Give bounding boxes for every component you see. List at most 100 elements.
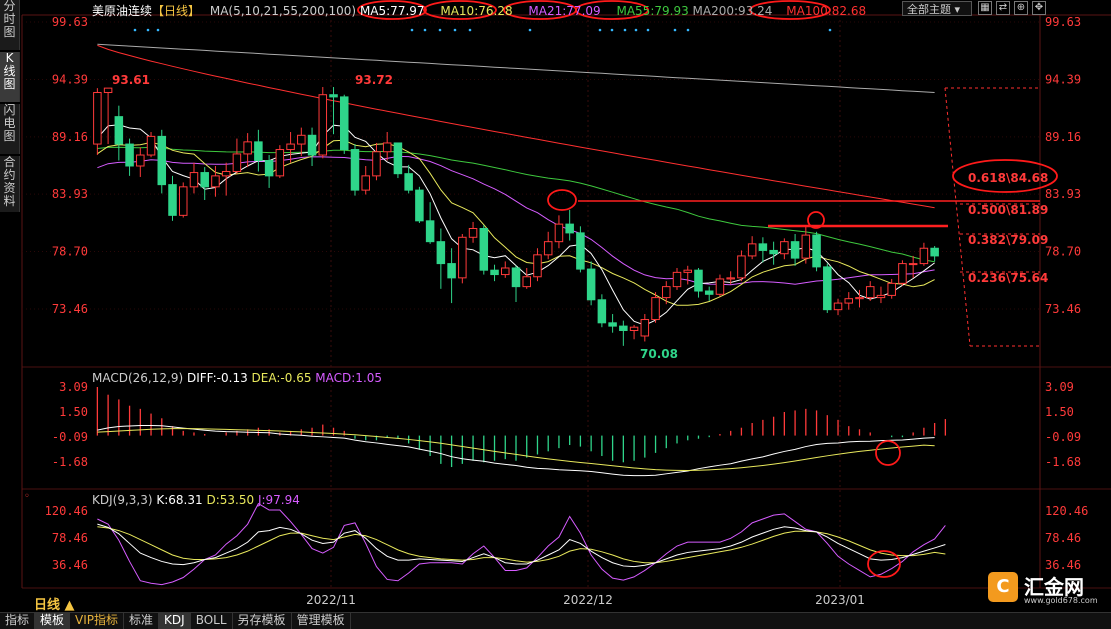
macd-tick-right: 3.09 (1045, 380, 1074, 394)
candle-body (447, 263, 456, 279)
site-logo: C 汇金网 www.gold678.com (986, 569, 1098, 609)
axis-labels: 99.63 99.63 94.39 94.39 89.16 89.16 83.93 83.93… (45, 15, 1089, 607)
signal-dot (623, 28, 627, 32)
kdj-tick-right: 120.46 (1045, 504, 1088, 518)
candle-body (189, 172, 199, 188)
macd-tick-right: -1.68 (1045, 455, 1081, 469)
candle-body (264, 160, 274, 177)
fib-diagonal-line (944, 87, 971, 347)
side-tab-contract-info[interactable]: 合约资料 (0, 156, 20, 212)
tab-standard[interactable]: 标准 (124, 613, 160, 629)
candle-body (737, 255, 746, 279)
kdj-settings-icon[interactable]: ◦ (24, 491, 30, 502)
price-tick-left: 94.39 (52, 72, 88, 86)
side-tab-kline[interactable]: K线图 (0, 52, 20, 102)
price-tick-right: 78.70 (1045, 245, 1081, 259)
price-tick-left: 89.16 (52, 130, 88, 144)
macd-header: MACD(26,12,9) DIFF:-0.13 DEA:-0.65 MACD:… (92, 371, 382, 385)
side-tab-flash[interactable]: 闪电图 (0, 104, 20, 154)
candle-body (511, 267, 521, 288)
candle-body (801, 234, 811, 259)
ma10-value: MA10:76.28 (440, 4, 513, 18)
fib-level-label: 0.382\79.09 (968, 233, 1048, 247)
candle-body (930, 247, 939, 257)
ma200-value: MA200:93.24 (692, 4, 773, 18)
toolbar-grid-icon[interactable]: ▦ (978, 1, 992, 15)
theme-selector[interactable]: 全部主题 ▾ (902, 1, 972, 16)
logo-url: www.gold678.com (1024, 596, 1098, 605)
signal-dot (156, 28, 160, 32)
candle-body (715, 278, 725, 295)
side-tab-timeshare[interactable]: 分时图 (0, 0, 20, 50)
tab-template[interactable]: 模板 (35, 613, 71, 629)
signal-dot (438, 28, 442, 32)
bottom-toolbar: 指标 模板 VIP指标 标准 KDJ BOLL 另存模板 管理模板 (0, 612, 1111, 629)
candle-body (640, 319, 650, 337)
price-tick-right: 73.46 (1045, 302, 1081, 316)
kdj-label: KDJ(9,3,3) (92, 493, 153, 507)
candle-body (350, 149, 360, 191)
highlight-circle (547, 189, 577, 211)
candle-body (490, 269, 499, 276)
candle-body (286, 143, 295, 151)
kdj-j: J:97.94 (257, 493, 300, 507)
candle-body (865, 286, 875, 299)
signal-dot (528, 28, 532, 32)
signal-dot (686, 28, 690, 32)
candle-body (694, 269, 703, 292)
candle-body (543, 241, 553, 256)
candle-body (178, 186, 188, 216)
macd-dea: DEA:-0.65 (251, 371, 312, 385)
candle-body (704, 290, 714, 295)
candle-body (318, 94, 328, 156)
candle-body (844, 298, 854, 304)
candle-body (458, 236, 467, 279)
candle-body (114, 116, 124, 145)
price-tick-right: 89.16 (1045, 130, 1081, 144)
kdj-d: D:53.50 (206, 493, 255, 507)
signal-dot (423, 28, 427, 32)
tab-save-template[interactable]: 另存模板 (233, 613, 292, 629)
chart-canvas: 0.618\84.68 0.500\81.89 0.382\79.09 0.236\7… (21, 0, 1111, 607)
toolbar-link-icon[interactable]: ⊕ (1014, 1, 1028, 15)
period-switch[interactable]: 日线 ▲ (34, 594, 75, 613)
candle-body (919, 247, 929, 265)
toolbar-sync-icon[interactable]: ⇄ (996, 1, 1010, 15)
tab-kdj[interactable]: KDJ (159, 613, 191, 629)
candlestick-series (93, 87, 939, 346)
macd-tick-left: 1.50 (59, 405, 88, 419)
candle-body (812, 234, 821, 268)
candle-body (200, 172, 209, 188)
candle-body (125, 143, 134, 167)
candle-body (855, 297, 864, 300)
candle-body (876, 294, 886, 299)
kdj-tick-left: 120.46 (45, 504, 88, 518)
candle-body (683, 269, 693, 273)
candle-body (361, 175, 370, 191)
toolbar-move-icon[interactable]: ✥ (1032, 1, 1046, 15)
fibonacci-overlay: 0.618\84.68 0.500\81.89 0.382\79.09 0.236\7… (578, 87, 1048, 347)
tab-vip-indicator[interactable]: VIP指标 (70, 613, 125, 629)
tab-indicator[interactable]: 指标 (0, 613, 36, 629)
tab-boll[interactable]: BOLL (191, 613, 233, 629)
candle-body (898, 263, 907, 284)
candle-body (608, 322, 617, 327)
candle-body (307, 134, 317, 156)
tab-manage-template[interactable]: 管理模板 (292, 613, 351, 629)
candle-body (415, 189, 424, 222)
candle-body (382, 142, 392, 153)
candle-body (651, 297, 660, 321)
x-tick-label: 2023/01 (815, 593, 865, 607)
candle-body (329, 94, 338, 98)
candle-body (393, 142, 403, 175)
candle-body (136, 154, 145, 167)
signal-dot (146, 28, 150, 32)
candle-body (554, 223, 564, 243)
candle-body (522, 276, 531, 288)
candle-body (576, 232, 585, 270)
chart-header: 美原油连续【日线】 MA(5,10,21,55,200,100) MA5:77.… (92, 2, 866, 19)
candle-body (404, 173, 413, 191)
signal-dot (410, 28, 414, 32)
candle-body (672, 271, 682, 288)
candle-body (597, 299, 607, 324)
